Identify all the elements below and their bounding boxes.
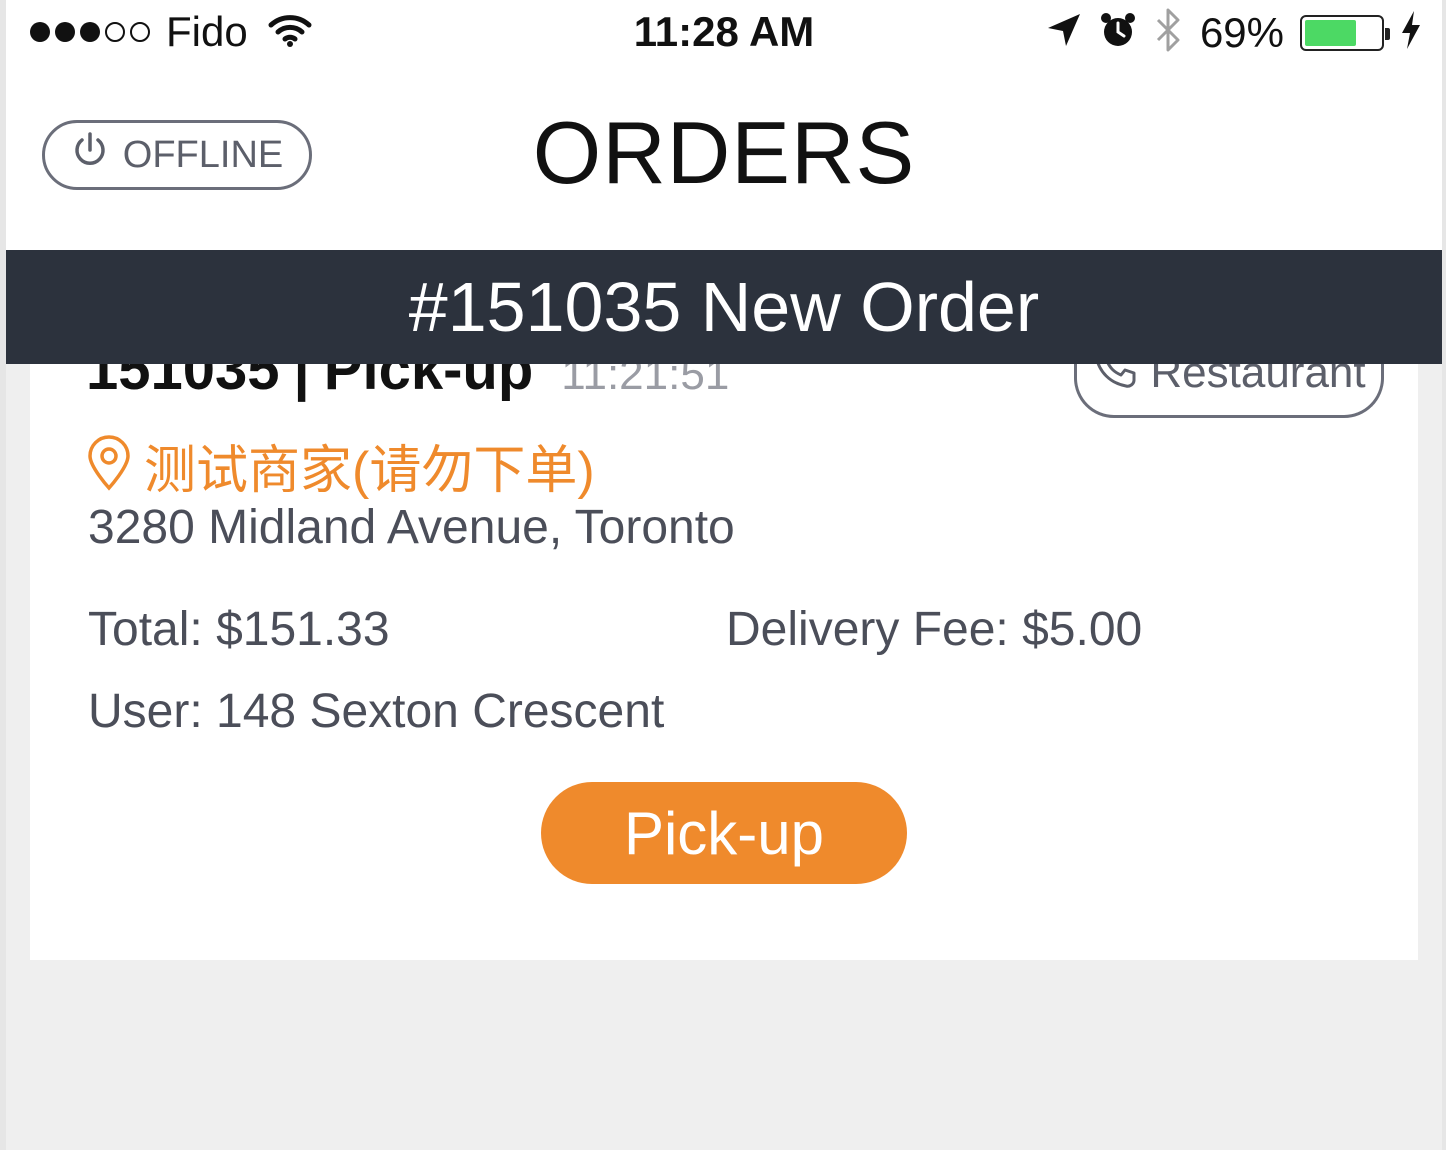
order-total: Total: $151.33 bbox=[88, 603, 390, 656]
order-card[interactable]: 151035 | Pick-up 11:21:51 Restaurant 测试商… bbox=[30, 340, 1418, 960]
new-order-banner[interactable]: #151035 New Order bbox=[6, 250, 1442, 364]
battery-level-fill bbox=[1305, 19, 1357, 46]
page-title: ORDERS bbox=[532, 103, 916, 202]
location-pin-icon bbox=[86, 435, 132, 496]
status-bar-right: 69% bbox=[1046, 8, 1422, 57]
user-address: User: 148 Sexton Crescent bbox=[88, 685, 665, 738]
merchant-row: 测试商家(请勿下单) bbox=[86, 428, 595, 503]
charging-bolt-icon bbox=[1400, 11, 1422, 54]
nav-bar: OFFLINE ORDERS bbox=[6, 70, 1442, 250]
location-arrow-icon bbox=[1046, 12, 1082, 53]
battery-percent: 69% bbox=[1199, 8, 1284, 56]
merchant-address: 3280 Midland Avenue, Toronto bbox=[88, 501, 735, 554]
right-frame-edge bbox=[1442, 0, 1446, 1150]
status-bar: Fido 11:28 AM 69% bbox=[6, 0, 1442, 70]
banner-text: #151035 New Order bbox=[408, 268, 1040, 346]
bluetooth-icon bbox=[1154, 8, 1184, 57]
delivery-fee: Delivery Fee: $5.00 bbox=[726, 603, 1143, 656]
merchant-name: 测试商家(请勿下单) bbox=[144, 442, 595, 500]
battery-icon bbox=[1300, 14, 1390, 51]
alarm-icon bbox=[1098, 10, 1138, 55]
pickup-button[interactable]: Pick-up bbox=[541, 782, 907, 884]
